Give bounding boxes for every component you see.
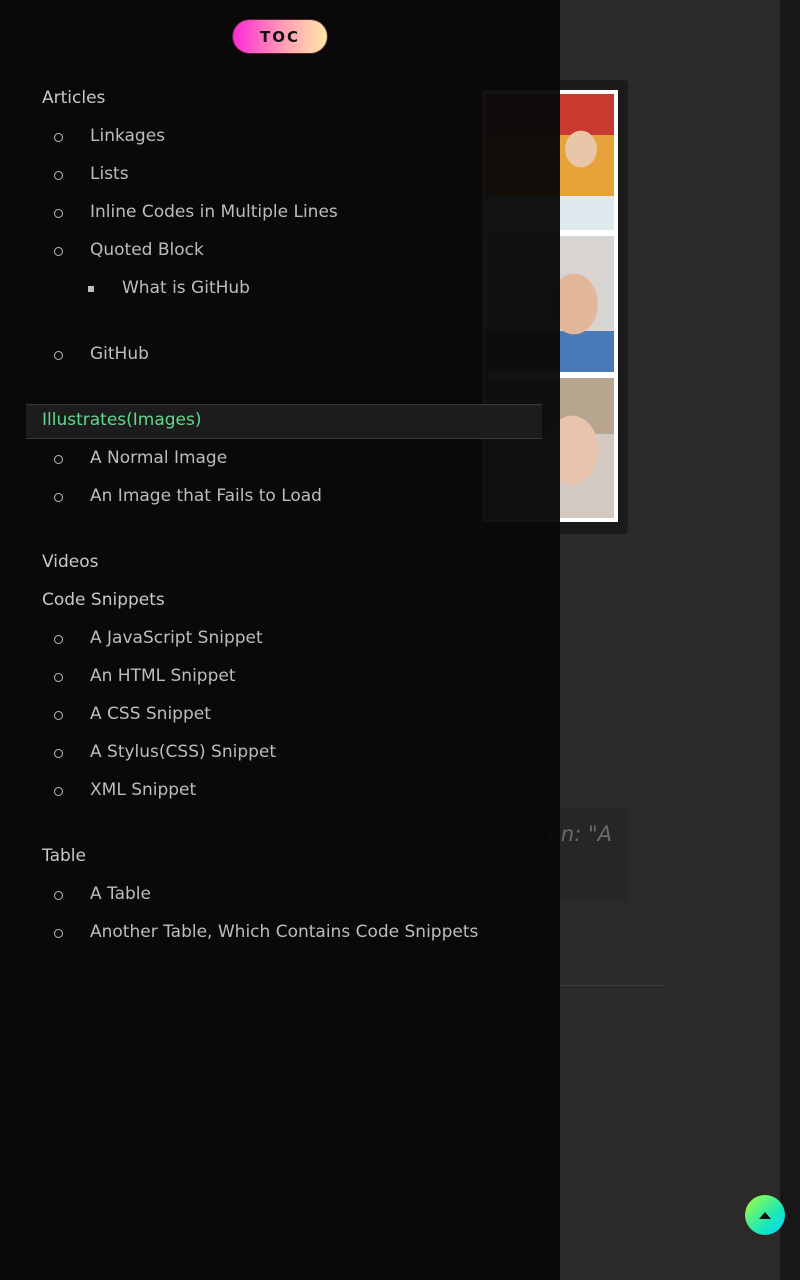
back-to-top-button[interactable] [745,1195,785,1235]
caret-up-icon [759,1211,771,1219]
circle-bullet-icon [54,493,63,502]
circle-bullet-icon [54,133,63,142]
toc-item-lists[interactable]: Lists [90,164,129,184]
circle-bullet-icon [54,929,63,938]
square-bullet-icon [88,286,94,292]
page: on: "A TOC Articles Linkages Lists Inlin… [0,0,800,1280]
circle-bullet-icon [54,711,63,720]
toc-item-stylus-snippet[interactable]: A Stylus(CSS) Snippet [90,742,276,762]
toc-item-articles[interactable]: Articles [42,88,105,108]
toc-item-image-fails[interactable]: An Image that Fails to Load [90,486,322,506]
toc-toggle-button[interactable]: TOC [233,20,327,53]
circle-bullet-icon [54,455,63,464]
toc-item-normal-image[interactable]: A Normal Image [90,448,227,468]
toc-item-linkages[interactable]: Linkages [90,126,165,146]
toc-item-code-snippets[interactable]: Code Snippets [42,590,165,610]
toc-item-github[interactable]: GitHub [90,344,149,364]
toc-item-illustrates-images[interactable]: Illustrates(Images) [42,410,202,430]
toc-item-videos[interactable]: Videos [42,552,99,572]
scrollbar-track[interactable] [780,0,800,1280]
circle-bullet-icon [54,787,63,796]
toc-item-css-snippet[interactable]: A CSS Snippet [90,704,211,724]
circle-bullet-icon [54,247,63,256]
toc-item-another-table[interactable]: Another Table, Which Contains Code Snipp… [90,922,478,942]
circle-bullet-icon [54,351,63,360]
toc-item-table[interactable]: Table [42,846,86,866]
circle-bullet-icon [54,891,63,900]
circle-bullet-icon [54,635,63,644]
toc-item-inline-codes[interactable]: Inline Codes in Multiple Lines [90,202,338,222]
toc-item-quoted-block[interactable]: Quoted Block [90,240,204,260]
circle-bullet-icon [54,209,63,218]
circle-bullet-icon [54,749,63,758]
toc-item-a-table[interactable]: A Table [90,884,151,904]
toc-item-html-snippet[interactable]: An HTML Snippet [90,666,236,686]
toc-item-xml-snippet[interactable]: XML Snippet [90,780,196,800]
toc-item-what-is-github[interactable]: What is GitHub [122,278,250,298]
toc-drawer: TOC Articles Linkages Lists Inline Codes… [0,0,560,1280]
circle-bullet-icon [54,673,63,682]
toc-item-javascript-snippet[interactable]: A JavaScript Snippet [90,628,263,648]
circle-bullet-icon [54,171,63,180]
